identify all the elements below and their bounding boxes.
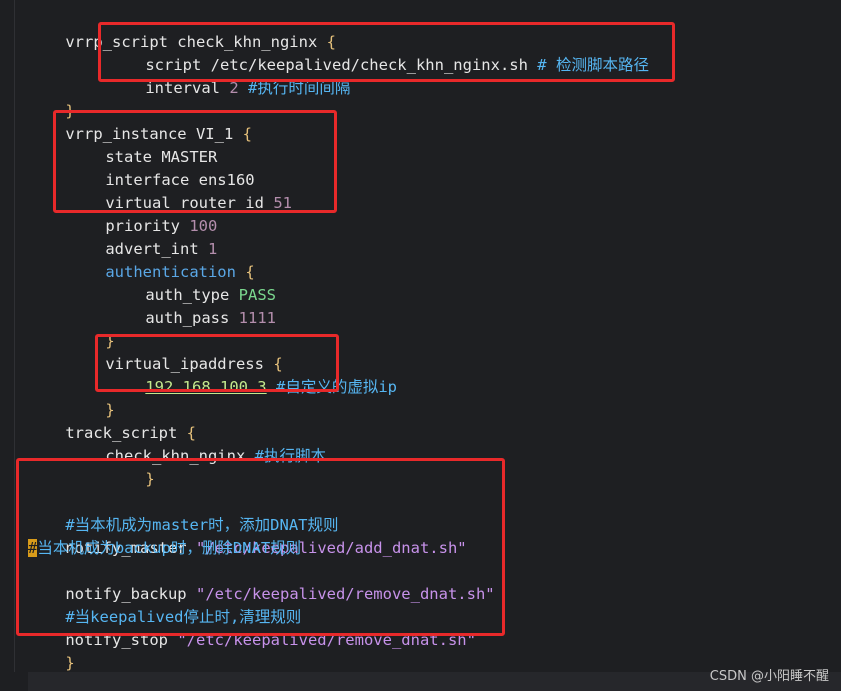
status-bar-gutter	[0, 672, 28, 691]
code-line-4: }	[28, 77, 74, 120]
code-line-13: auth_pass 1111	[108, 284, 276, 327]
close-brace: }	[65, 654, 75, 672]
highlight-box-notify	[16, 458, 505, 636]
code-line-10: advert_int 1	[68, 215, 217, 258]
code-line-14: }	[68, 307, 114, 350]
highlight-box-ip	[95, 334, 339, 392]
code-line-18: track_script {	[28, 399, 196, 442]
code-line-11: authentication {	[68, 238, 254, 281]
indent-guide	[14, 0, 15, 691]
highlight-box-script	[98, 22, 675, 82]
code-editor[interactable]: vrrp_script check_khn_nginx { script /et…	[0, 0, 841, 691]
auth-pass-key: auth_pass	[145, 309, 230, 327]
auth-pass-value: 1111	[238, 309, 276, 327]
code-line-19: check_khn_nginx #执行脚本	[68, 422, 326, 465]
code-line-12: auth_type PASS	[108, 261, 276, 304]
watermark: CSDN @小阳睡不醒	[709, 669, 829, 684]
highlight-box-instance	[53, 110, 337, 213]
